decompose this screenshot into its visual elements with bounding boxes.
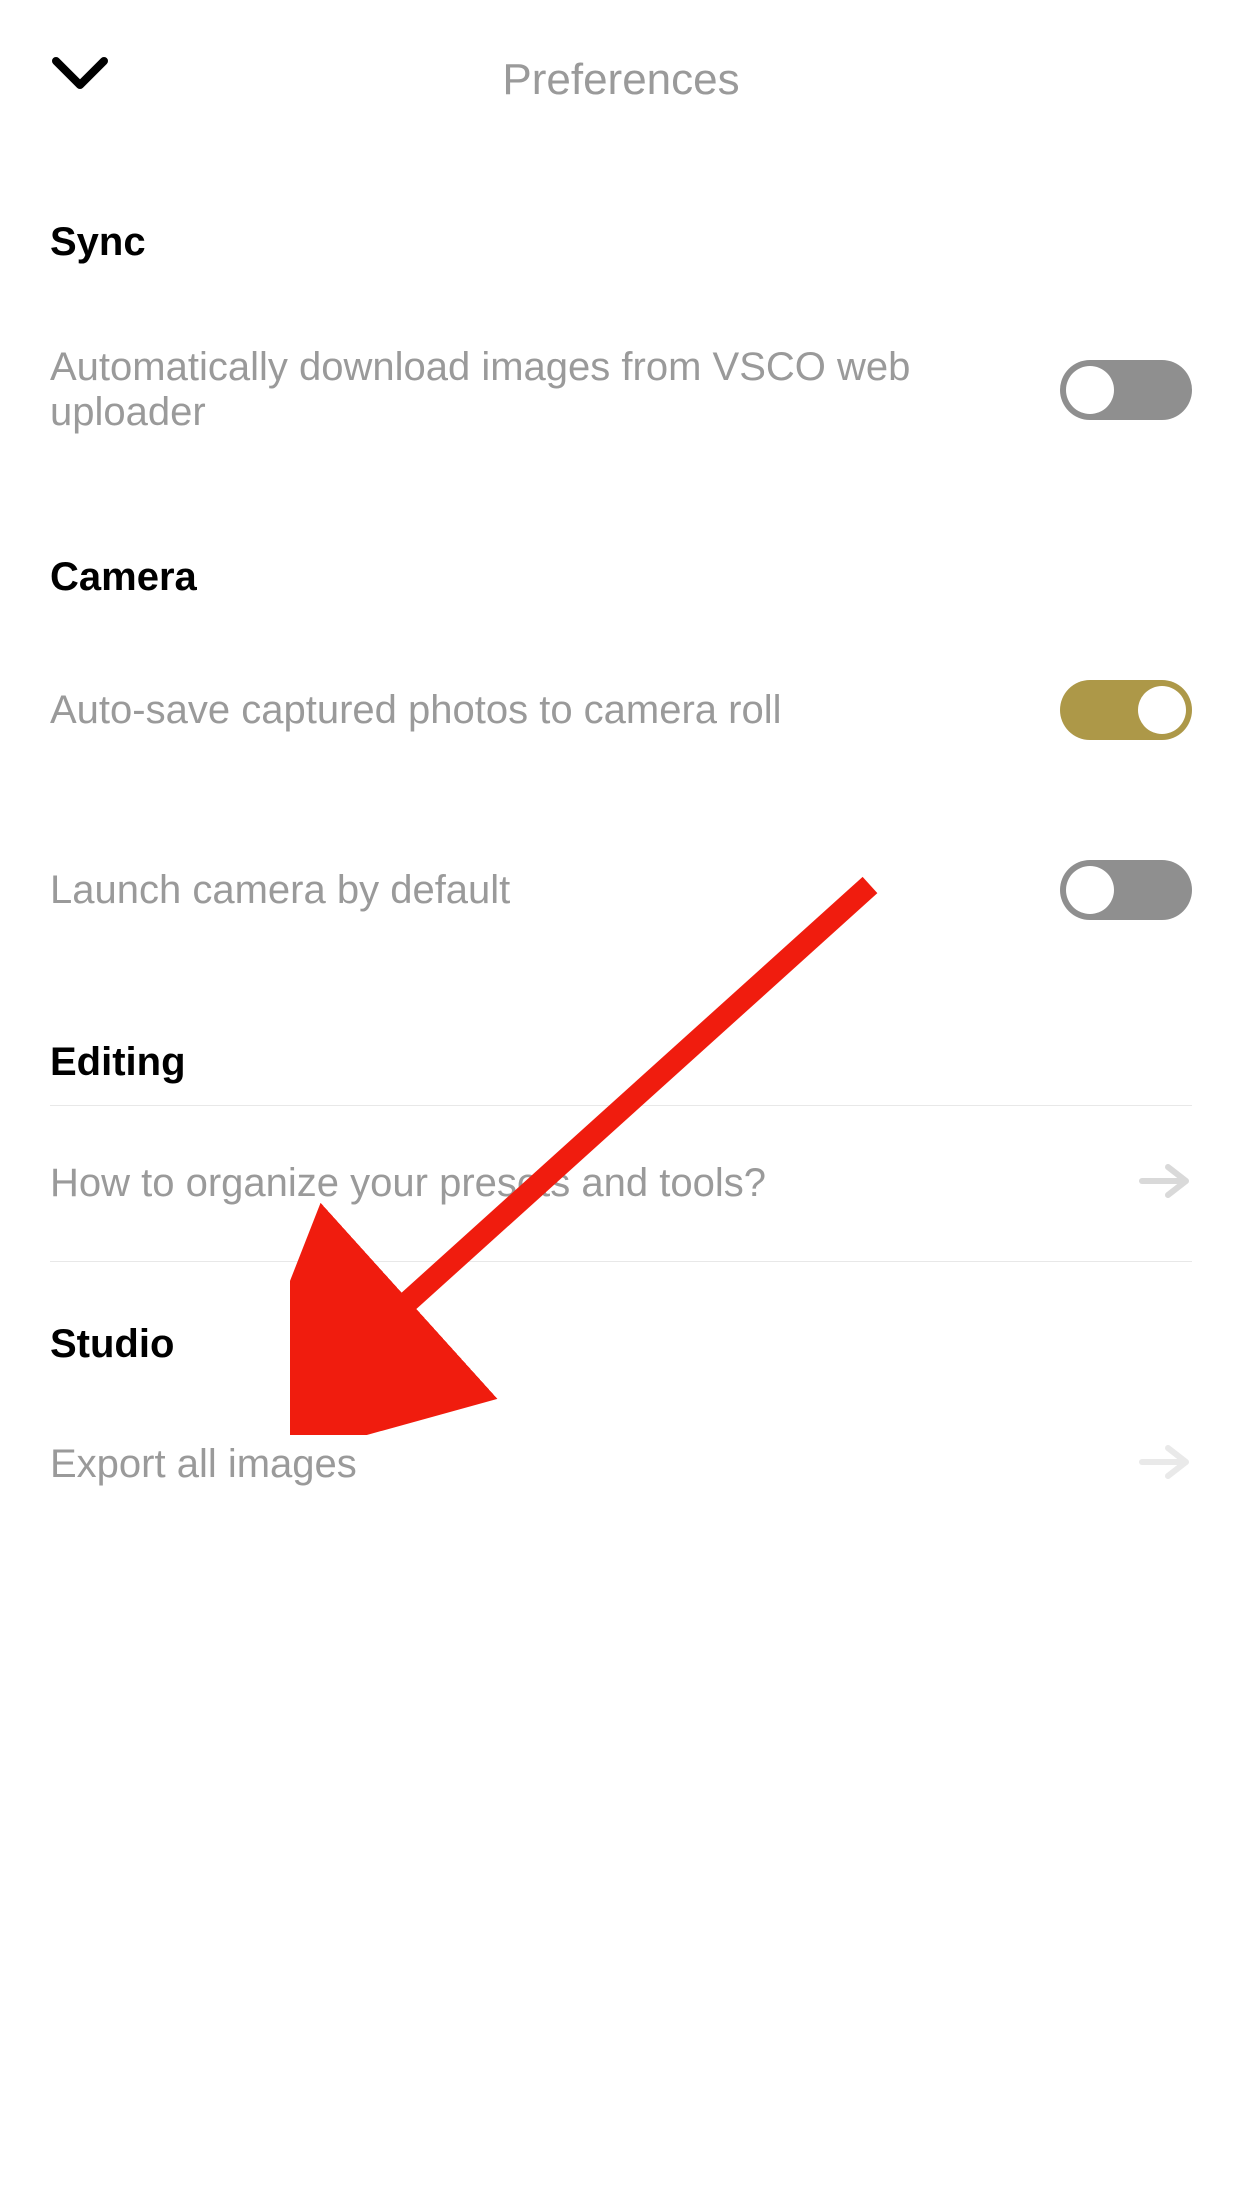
section-header-editing: Editing bbox=[50, 980, 1192, 1105]
toggle-knob bbox=[1066, 866, 1114, 914]
content: Sync Automatically download images from … bbox=[0, 160, 1242, 1542]
label-organize-presets: How to organize your presets and tools? bbox=[50, 1161, 1138, 1206]
label-launch-default: Launch camera by default bbox=[50, 868, 1060, 913]
toggle-launch-default[interactable] bbox=[1060, 860, 1192, 920]
section-header-sync: Sync bbox=[50, 160, 1192, 285]
arrow-right-icon bbox=[1138, 1161, 1192, 1206]
row-auto-download: Automatically download images from VSCO … bbox=[50, 285, 1192, 495]
row-organize-presets[interactable]: How to organize your presets and tools? bbox=[50, 1106, 1192, 1261]
label-auto-save: Auto-save captured photos to camera roll bbox=[50, 688, 1060, 733]
toggle-auto-download[interactable] bbox=[1060, 360, 1192, 420]
row-launch-default: Launch camera by default bbox=[50, 800, 1192, 980]
close-chevron-icon[interactable] bbox=[50, 55, 110, 100]
section-header-studio: Studio bbox=[50, 1262, 1192, 1387]
header: Preferences bbox=[0, 0, 1242, 160]
row-auto-save: Auto-save captured photos to camera roll bbox=[50, 620, 1192, 800]
page-title: Preferences bbox=[502, 55, 739, 105]
section-header-camera: Camera bbox=[50, 495, 1192, 620]
toggle-knob bbox=[1066, 366, 1114, 414]
arrow-right-icon bbox=[1138, 1442, 1192, 1487]
label-auto-download: Automatically download images from VSCO … bbox=[50, 345, 1060, 435]
label-export-all-images: Export all images bbox=[50, 1442, 1138, 1487]
toggle-auto-save[interactable] bbox=[1060, 680, 1192, 740]
row-export-all-images[interactable]: Export all images bbox=[50, 1387, 1192, 1542]
toggle-knob bbox=[1138, 686, 1186, 734]
preferences-screen: Preferences Sync Automatically download … bbox=[0, 0, 1242, 2208]
